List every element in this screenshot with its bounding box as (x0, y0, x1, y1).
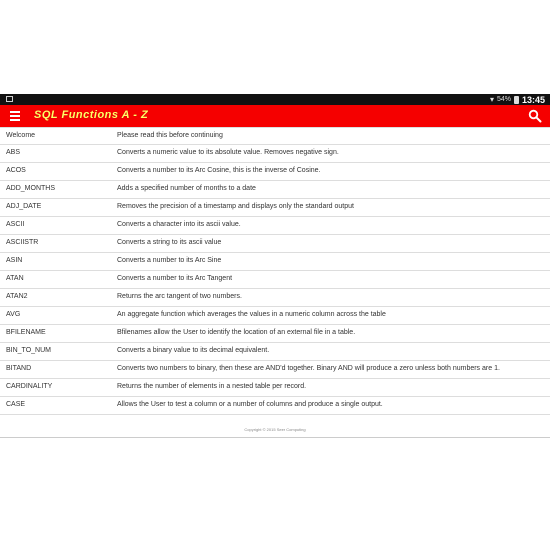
function-name: CASE (6, 401, 26, 408)
function-description: Converts a number to its Arc Tangent (117, 275, 233, 282)
function-name: ATAN2 (6, 293, 28, 300)
function-description: Adds a specified number of months to a d… (117, 185, 256, 192)
menu-icon[interactable] (10, 111, 20, 121)
function-name: CARDINALITY (6, 383, 53, 390)
function-name: BFILENAME (6, 329, 46, 336)
function-name: ACOS (6, 167, 26, 174)
page-title: SQL Functions A - Z (34, 109, 149, 121)
function-name: ASCII (6, 221, 25, 228)
list-item[interactable]: ASCII Converts a character into its ascii… (0, 217, 550, 235)
screen-bottom-edge (0, 437, 550, 438)
function-name: ATAN (6, 275, 24, 282)
function-name: ADD_MONTHS (6, 185, 56, 192)
app-bar: SQL Functions A - Z (0, 105, 550, 127)
function-description: An aggregate function which averages the… (117, 311, 386, 318)
status-right-group: ▾ 54% 13:45 (490, 94, 545, 105)
function-description: Converts a numeric value to its absolute… (117, 149, 339, 156)
list-item[interactable]: AVG An aggregate function which averages … (0, 307, 550, 325)
function-name: ADJ_DATE (6, 203, 42, 210)
list-item[interactable]: ACOS Converts a number to its Arc Cosine,… (0, 163, 550, 181)
function-description: Returns the number of elements in a nest… (117, 383, 307, 390)
function-description: Returns the arc tangent of two numbers. (117, 293, 242, 300)
list-item[interactable]: CASE Allows the User to test a column or … (0, 397, 550, 415)
wifi-icon: ▾ (489, 95, 494, 104)
list-item[interactable]: ATAN Converts a number to its Arc Tangent (0, 271, 550, 289)
function-name: ASIN (6, 257, 23, 264)
function-list: Welcome Please read this before continuin… (0, 127, 550, 415)
function-description: Converts a binary value to its decimal e… (117, 347, 270, 354)
clock: 13:45 (521, 94, 545, 105)
function-description: Converts a number to its Arc Sine (117, 257, 222, 264)
search-icon[interactable] (528, 109, 542, 123)
battery-percentage: 54% (496, 96, 511, 103)
function-name: BITAND (6, 365, 32, 372)
function-name: AVG (6, 311, 21, 318)
list-item[interactable]: ADD_MONTHS Adds a specified number of mon… (0, 181, 550, 199)
function-description: Bfilenames allow the User to identify th… (117, 329, 356, 336)
function-description: Please read this before continuing (117, 132, 223, 139)
list-item[interactable]: BIN_TO_NUM Converts a binary value to its… (0, 343, 550, 361)
function-name: ASCIISTR (6, 239, 39, 246)
function-description: Converts a string to its ascii value (117, 239, 222, 246)
gallery-notification-icon (6, 96, 13, 102)
copyright-footer: Copyright © 2015 Seer Computing (244, 427, 306, 432)
function-description: Removes the precision of a timestamp and… (117, 203, 354, 210)
function-name: ABS (6, 149, 21, 156)
list-item[interactable]: Welcome Please read this before continuin… (0, 127, 550, 145)
list-item[interactable]: ADJ_DATE Removes the precision of a times… (0, 199, 550, 217)
function-name: Welcome (6, 132, 36, 139)
status-bar: ▾ 54% 13:45 (0, 94, 550, 105)
list-item[interactable]: ASCIISTR Converts a string to its ascii v… (0, 235, 550, 253)
function-description: Converts a number to its Arc Cosine, thi… (117, 167, 321, 174)
list-item[interactable]: ASIN Converts a number to its Arc Sine (0, 253, 550, 271)
battery-icon (513, 95, 519, 104)
app-screen: ▾ 54% 13:45 SQL Functions A - Z Welcome P… (0, 94, 550, 438)
list-item[interactable]: BFILENAME Bfilenames allow the User to id… (0, 325, 550, 343)
list-item[interactable]: ATAN2 Returns the arc tangent of two numb… (0, 289, 550, 307)
function-name: BIN_TO_NUM (6, 347, 51, 354)
list-item[interactable]: BITAND Converts two numbers to binary, th… (0, 361, 550, 379)
list-item[interactable]: ABS Converts a numeric value to its absol… (0, 145, 550, 163)
function-description: Allows the User to test a column or a nu… (117, 401, 383, 408)
list-item[interactable]: CARDINALITY Returns the number of element… (0, 379, 550, 397)
function-description: Converts a character into its ascii valu… (117, 221, 241, 228)
function-description: Converts two numbers to binary, then the… (117, 365, 500, 372)
